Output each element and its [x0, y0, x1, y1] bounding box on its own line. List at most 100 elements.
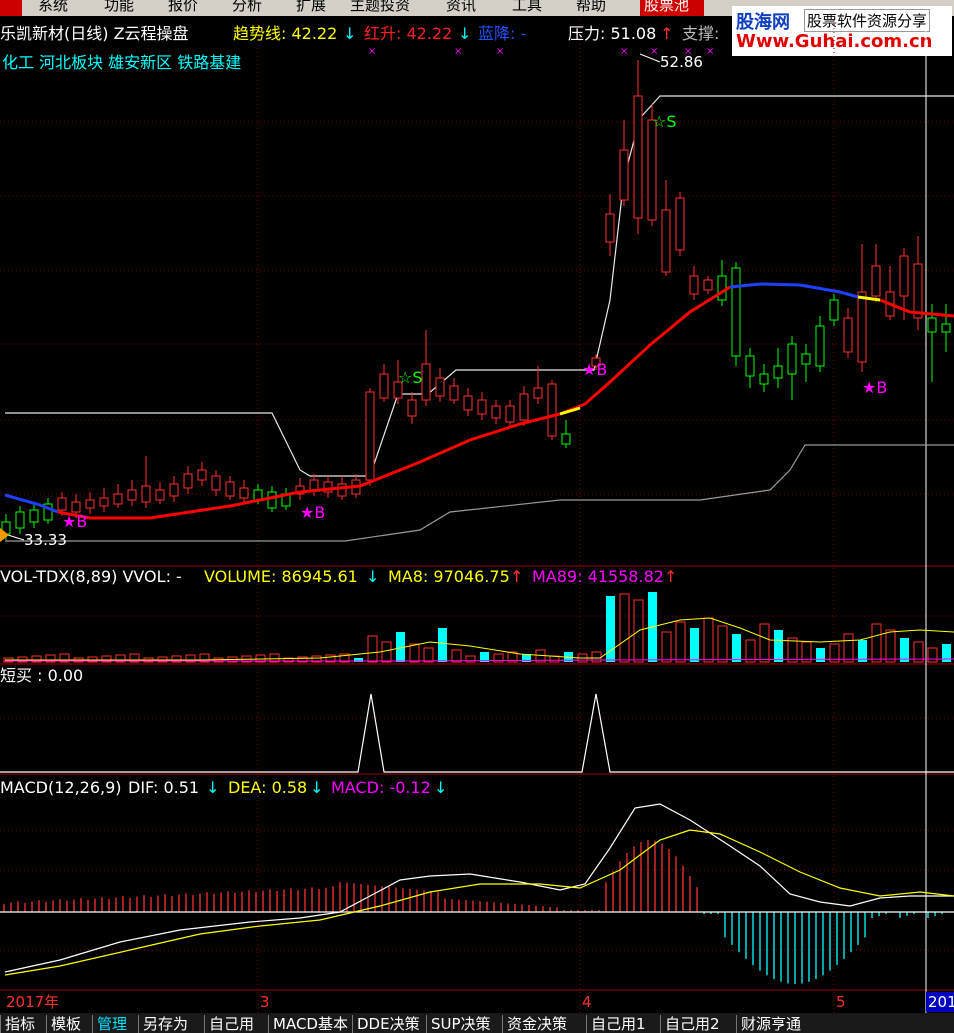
candle-body [689, 275, 699, 295]
candle-body [85, 499, 95, 509]
macd-dif-line [4, 803, 954, 973]
candlestick-series [1, 60, 951, 540]
tab-personal[interactable]: 自己用 [204, 1015, 258, 1033]
volume-bar [381, 641, 392, 663]
time-axis-label-1: 2017年 [6, 993, 60, 1011]
macd-dif-value: DIF: 0.51 [128, 778, 200, 797]
candle-body [633, 95, 643, 219]
candle-body [815, 325, 825, 367]
short-buy-indicator-name[interactable]: 短买 : 0.00 [0, 666, 83, 686]
candle-body [941, 323, 951, 333]
tab-personal-1[interactable]: 自己用1 [586, 1015, 650, 1033]
candle-body [899, 255, 909, 297]
volume-bar [745, 639, 756, 663]
grid-lines [0, 121, 954, 951]
candle-body [169, 483, 179, 497]
volume-ma8 [5, 617, 954, 661]
candle-body [491, 405, 501, 419]
svg-text:×: × [496, 46, 504, 57]
volume-bar [900, 638, 909, 662]
candle-body [801, 353, 811, 365]
tab-template[interactable]: 模板 [46, 1015, 85, 1033]
volume-bar [759, 623, 770, 663]
ma8-arrow-icon: ↑ [510, 567, 524, 586]
tab-sup[interactable]: SUP决策 [426, 1015, 495, 1033]
sell-signal-2: ☆S [652, 112, 677, 131]
volume-indicator-name[interactable]: VOL-TDX(8,89) VVOL: - [0, 567, 182, 587]
sector-tags[interactable]: 化工 河北板块 雄安新区 铁路基建 [2, 53, 241, 73]
candle-body [113, 493, 123, 505]
volume-bar [717, 625, 728, 663]
macd-dif-arrow-icon: ↓ [206, 778, 220, 797]
candle-body [309, 479, 319, 491]
svg-text:×: × [454, 46, 462, 57]
candle-body [211, 475, 221, 491]
candle-body [155, 489, 165, 501]
chart-canvas[interactable]: × × × × × × × [0, 0, 954, 1013]
volume-bar [675, 621, 686, 663]
red-rise-arrow-icon: ↓ [458, 24, 472, 43]
svg-text:×: × [650, 46, 658, 57]
buy-signal-1: ★B [62, 512, 88, 531]
tab-personal-2[interactable]: 自己用2 [660, 1015, 724, 1033]
volume-bar [690, 628, 699, 662]
tab-manage[interactable]: 管理 [92, 1015, 131, 1033]
macd-dea-value: DEA: 0.58 [228, 778, 308, 797]
tab-macd-basic[interactable]: MACD基本 [268, 1015, 352, 1033]
tab-funds[interactable]: 资金决策 [502, 1015, 571, 1033]
volume-bar [816, 648, 825, 662]
svg-text:×: × [620, 46, 628, 57]
volume-bar [367, 635, 378, 663]
candle-body [267, 491, 277, 509]
volume-bar [843, 633, 854, 663]
volume-bar [871, 623, 882, 663]
candle-body [99, 497, 109, 507]
candle-body [519, 393, 529, 421]
candle-body [337, 483, 347, 497]
candle-body [717, 275, 727, 301]
candle-body [197, 469, 207, 481]
volume-bar [606, 596, 615, 662]
volume-bar [661, 631, 672, 663]
candle-body [365, 391, 375, 481]
tab-dde[interactable]: DDE决策 [352, 1015, 424, 1033]
buy-signal-2: ★B [300, 503, 326, 522]
candle-body [745, 355, 755, 377]
macd-indicator-name[interactable]: MACD(12,26,9) [0, 778, 122, 798]
candle-body [505, 405, 515, 423]
trend-line-blue [729, 282, 859, 299]
time-axis-label-3: 4 [582, 993, 592, 1011]
macd-value: MACD: -0.12 [331, 778, 431, 797]
tab-indicator[interactable]: 指标 [0, 1015, 39, 1033]
candle-body [647, 119, 657, 221]
volume-bar [885, 629, 896, 663]
volume-bar [451, 649, 462, 663]
volume-bar [423, 647, 434, 663]
candle-body [463, 395, 473, 411]
volume-bar [409, 643, 420, 663]
candle-body [533, 387, 543, 399]
trend-line-red [57, 285, 731, 520]
svg-text:×: × [368, 46, 376, 57]
candle-body [71, 501, 81, 513]
candle-body [239, 487, 249, 499]
candle-body [225, 481, 235, 497]
candle-body [619, 149, 629, 201]
candle-body [773, 365, 783, 379]
macd-dea-arrow-icon: ↓ [310, 778, 324, 797]
price-high-label: 52.86 [660, 53, 703, 71]
candle-body [141, 485, 151, 503]
time-axis-label-4: 5 [836, 993, 846, 1011]
candle-body [379, 373, 389, 399]
candle-body [857, 291, 867, 363]
candle-body [477, 399, 487, 415]
volume-bar [732, 634, 741, 662]
tab-save-as[interactable]: 另存为 [138, 1015, 192, 1033]
tab-fortune[interactable]: 财源亨通 [736, 1015, 805, 1033]
candle-body [29, 509, 39, 523]
candle-body [731, 267, 741, 357]
volume-bar [438, 628, 447, 662]
volume-bar [927, 647, 938, 663]
candle-body [127, 489, 137, 501]
candle-body [703, 279, 713, 291]
